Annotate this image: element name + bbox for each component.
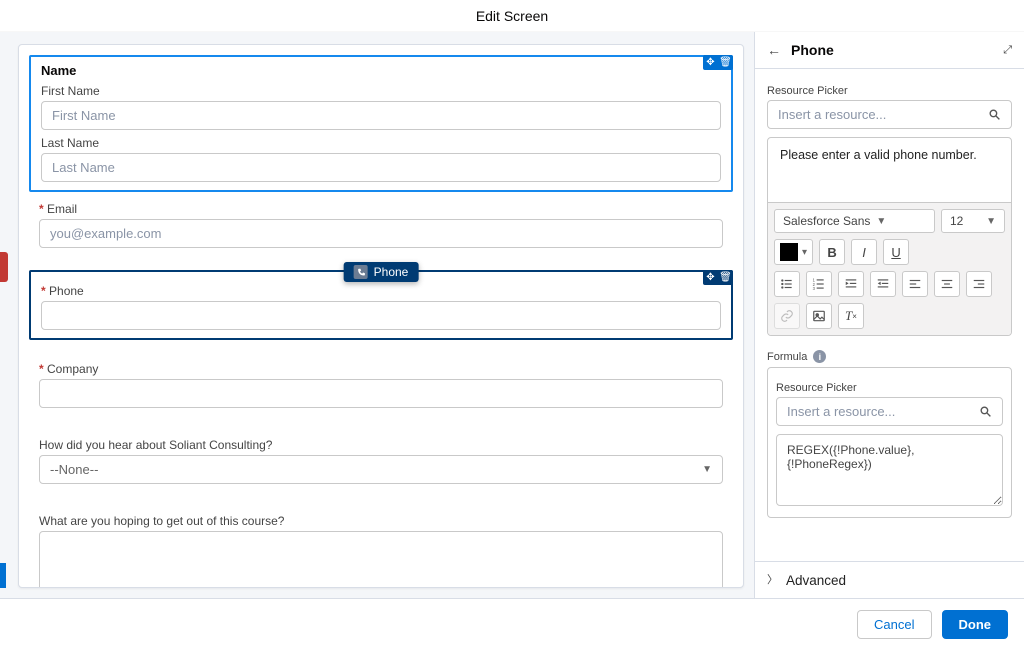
company-input[interactable] xyxy=(39,379,723,408)
cancel-button[interactable]: Cancel xyxy=(857,610,931,639)
image-button[interactable] xyxy=(806,303,832,329)
resource-picker-placeholder: Insert a resource... xyxy=(778,107,886,122)
info-icon[interactable]: i xyxy=(813,350,826,363)
back-icon[interactable]: ← xyxy=(767,42,781,58)
move-icon[interactable]: ✥ xyxy=(703,55,718,70)
component-toolbox: ✥ 🗑 xyxy=(703,55,733,70)
chevron-down-icon: ▼ xyxy=(986,216,996,227)
link-button[interactable] xyxy=(774,303,800,329)
phone-chip-label: Phone xyxy=(374,265,409,279)
underline-button[interactable]: U xyxy=(883,239,909,265)
rich-text-toolbar: Salesforce Sans ▼ 12 ▼ ▾ xyxy=(768,202,1011,335)
chevron-down-icon: ▼ xyxy=(702,464,712,475)
last-name-input[interactable] xyxy=(41,153,721,182)
expand-icon[interactable]: ⤢ xyxy=(1003,44,1012,57)
chevron-down-icon: ▾ xyxy=(802,247,807,258)
component-toolbox: ✥ 🗑 xyxy=(703,270,733,285)
error-message-editor: Please enter a valid phone number. Sales… xyxy=(767,137,1012,336)
last-name-label: Last Name xyxy=(41,136,721,150)
screen-canvas: ✥ 🗑 Name First Name Last Name Email xyxy=(0,32,754,598)
goal-component[interactable]: What are you hoping to get out of this c… xyxy=(29,502,733,588)
email-input[interactable] xyxy=(39,219,723,248)
referral-selected: --None-- xyxy=(50,462,98,477)
page-title-text: Edit Screen xyxy=(476,8,548,24)
formula-resource-picker[interactable]: Insert a resource... xyxy=(776,397,1003,426)
goal-label: What are you hoping to get out of this c… xyxy=(39,514,723,528)
phone-input[interactable] xyxy=(41,301,721,330)
delete-icon[interactable]: 🗑 xyxy=(718,270,733,285)
resource-picker-label: Resource Picker xyxy=(767,85,1012,97)
formula-expression-input[interactable] xyxy=(776,434,1003,506)
referral-select[interactable]: --None-- ▼ xyxy=(39,455,723,484)
advanced-section-toggle[interactable]: 〉 Advanced xyxy=(755,561,1024,598)
page-title: Edit Screen xyxy=(0,0,1024,32)
font-family-select[interactable]: Salesforce Sans ▼ xyxy=(774,209,935,233)
formula-section: Resource Picker Insert a resource... xyxy=(767,367,1012,518)
left-edge-handle[interactable] xyxy=(0,252,8,282)
color-swatch-icon xyxy=(780,243,798,261)
indent-button[interactable] xyxy=(838,271,864,297)
bold-button[interactable]: B xyxy=(819,239,845,265)
search-icon xyxy=(988,108,1001,121)
align-right-button[interactable] xyxy=(966,271,992,297)
delete-icon[interactable]: 🗑 xyxy=(718,55,733,70)
name-component[interactable]: ✥ 🗑 Name First Name Last Name xyxy=(29,55,733,192)
clear-format-button[interactable]: T× xyxy=(838,303,864,329)
formula-resource-picker-label: Resource Picker xyxy=(776,382,1003,394)
phone-component[interactable]: Phone ✥ 🗑 Phone xyxy=(29,270,733,340)
search-icon xyxy=(979,405,992,418)
numbered-list-button[interactable]: 123 xyxy=(806,271,832,297)
move-icon[interactable]: ✥ xyxy=(703,270,718,285)
formula-label: Formula xyxy=(767,351,807,363)
formula-resource-placeholder: Insert a resource... xyxy=(787,404,895,419)
font-size-value: 12 xyxy=(950,214,963,228)
referral-component[interactable]: How did you hear about Soliant Consultin… xyxy=(29,426,733,492)
chevron-right-icon: 〉 xyxy=(767,571,778,587)
font-family-value: Salesforce Sans xyxy=(783,214,870,228)
text-color-button[interactable]: ▾ xyxy=(774,239,813,265)
phone-label: Phone xyxy=(41,284,721,298)
done-button[interactable]: Done xyxy=(942,610,1009,639)
resource-picker[interactable]: Insert a resource... xyxy=(767,100,1012,129)
referral-label: How did you hear about Soliant Consultin… xyxy=(39,438,723,452)
bullet-list-button[interactable] xyxy=(774,271,800,297)
italic-button[interactable]: I xyxy=(851,239,877,265)
align-left-button[interactable] xyxy=(902,271,928,297)
company-label: Company xyxy=(39,362,723,376)
name-section-title: Name xyxy=(41,63,721,78)
panel-title: Phone xyxy=(791,42,993,58)
error-message-text[interactable]: Please enter a valid phone number. xyxy=(768,138,1011,202)
email-component[interactable]: Email xyxy=(29,202,733,256)
advanced-label: Advanced xyxy=(786,573,846,588)
svg-text:3: 3 xyxy=(813,286,816,291)
properties-panel: ← Phone ⤢ Resource Picker Insert a resou… xyxy=(754,32,1024,598)
goal-textarea[interactable] xyxy=(39,531,723,588)
chevron-down-icon: ▼ xyxy=(876,216,886,227)
align-center-button[interactable] xyxy=(934,271,960,297)
modal-footer: Cancel Done xyxy=(0,598,1024,650)
left-edge-accent xyxy=(0,563,6,588)
outdent-button[interactable] xyxy=(870,271,896,297)
first-name-label: First Name xyxy=(41,84,721,98)
phone-drag-chip[interactable]: Phone xyxy=(344,262,419,282)
email-label: Email xyxy=(39,202,723,216)
font-size-select[interactable]: 12 ▼ xyxy=(941,209,1005,233)
first-name-input[interactable] xyxy=(41,101,721,130)
phone-icon xyxy=(354,265,368,279)
company-component[interactable]: Company xyxy=(29,350,733,416)
